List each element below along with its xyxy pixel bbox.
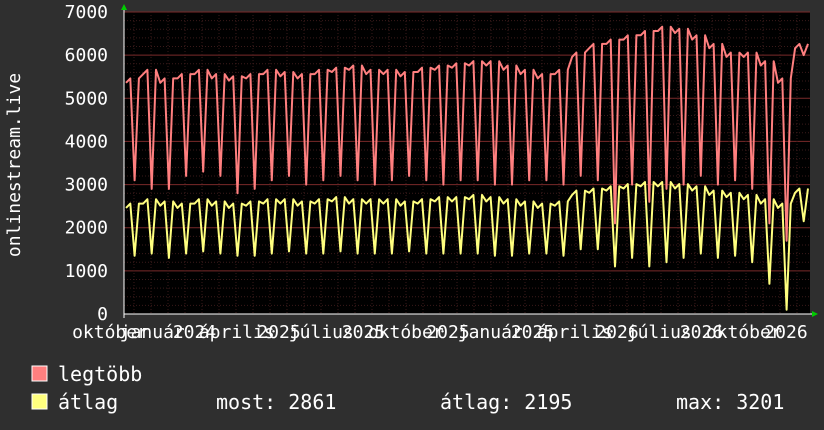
- x-tick-label: 2026: [764, 322, 807, 343]
- y-tick-label: 1000: [65, 261, 108, 282]
- x-tick-labels: októberjanuár2024április2025július2025ok…: [72, 322, 808, 343]
- y-tick-label: 5000: [65, 88, 108, 109]
- stat-average: átlag: 2195: [440, 390, 572, 414]
- chart: 01000200030004000500060007000 októberjan…: [4, 2, 818, 414]
- legend-label-legtobb: legtöbb: [58, 362, 142, 386]
- y-axis-label: onlinestream.live: [4, 73, 25, 257]
- plot-area: [124, 12, 810, 314]
- y-tick-label: 6000: [65, 45, 108, 66]
- y-tick-label: 2000: [65, 218, 108, 239]
- y-tick-labels: 01000200030004000500060007000: [65, 2, 108, 325]
- y-axis-arrow: [121, 4, 127, 10]
- y-tick-label: 4000: [65, 131, 108, 152]
- legend-swatch-atlag: [31, 393, 48, 410]
- y-tick-label: 7000: [65, 2, 108, 23]
- legend-label-atlag: átlag: [58, 390, 118, 414]
- legend: legtöbb átlag most: 2861 átlag: 2195 max…: [31, 362, 784, 414]
- y-tick-label: 3000: [65, 175, 108, 196]
- stat-max: max: 3201: [676, 390, 784, 414]
- legend-swatch-legtobb: [31, 365, 48, 382]
- x-axis-arrow: [812, 311, 818, 317]
- stat-now: most: 2861: [216, 390, 336, 414]
